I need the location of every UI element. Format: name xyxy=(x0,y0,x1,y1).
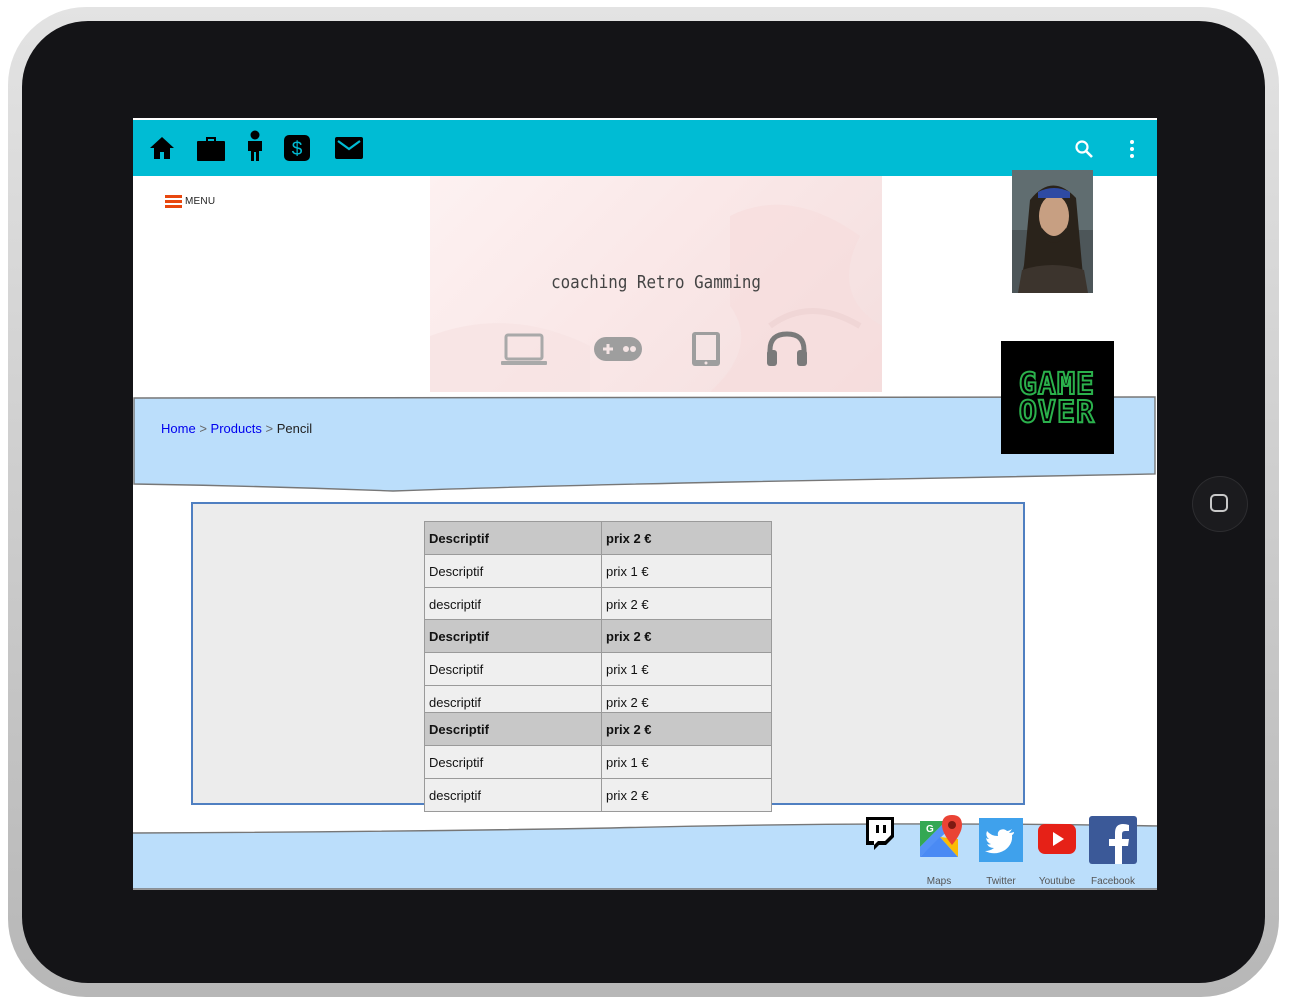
facebook-icon[interactable] xyxy=(1089,816,1137,869)
table-cell: Descriptif xyxy=(424,652,602,686)
table-row: Descriptif prix 1 € xyxy=(424,745,772,779)
table-header-row: Descriptif prix 2 € xyxy=(424,619,772,653)
table-cell: Descriptif xyxy=(424,745,602,779)
breadcrumb: Home > Products > Pencil xyxy=(161,421,312,436)
person-icon[interactable] xyxy=(245,130,265,162)
table-row: descriptif prix 2 € xyxy=(424,587,772,621)
maps-label: Maps xyxy=(926,876,952,887)
youtube-label: Youtube xyxy=(1038,876,1076,887)
headphones-icon xyxy=(767,331,807,366)
svg-text:$: $ xyxy=(292,139,303,160)
price-table: Descriptif prix 2 € Descriptif prix 1 € de… xyxy=(424,521,772,621)
table-header-row: Descriptif prix 2 € xyxy=(424,521,772,555)
twitter-label: Twitter xyxy=(986,876,1016,887)
table-cell: prix 1 € xyxy=(601,554,772,588)
table-row: descriptif prix 2 € xyxy=(424,778,772,812)
table-header-cell: prix 2 € xyxy=(601,712,772,746)
table-cell: prix 2 € xyxy=(601,587,772,621)
table-cell: descriptif xyxy=(424,778,602,812)
laptop-icon xyxy=(501,333,547,365)
search-icon[interactable] xyxy=(1074,139,1094,159)
table-row: Descriptif prix 1 € xyxy=(424,554,772,588)
banner-title: coaching Retro Gamming xyxy=(551,272,761,293)
price-table: Descriptif prix 2 € Descriptif prix 1 € de… xyxy=(424,619,772,719)
table-header-cell: Descriptif xyxy=(424,619,602,653)
mail-icon[interactable] xyxy=(334,136,364,160)
avatar xyxy=(1012,170,1093,293)
hamburger-icon xyxy=(165,195,182,208)
tablet-icon xyxy=(692,332,720,366)
dollar-icon[interactable]: $ xyxy=(283,134,311,162)
home-icon[interactable] xyxy=(149,136,175,160)
svg-text:G: G xyxy=(926,824,934,835)
top-app-bar: $ xyxy=(133,120,1157,176)
youtube-icon[interactable] xyxy=(1038,824,1076,859)
home-button-square-icon xyxy=(1210,494,1228,512)
gamepad-icon xyxy=(594,337,642,361)
table-header-cell: prix 2 € xyxy=(601,619,772,653)
hero-banner: coaching Retro Gamming xyxy=(430,176,882,392)
briefcase-icon[interactable] xyxy=(196,134,226,162)
game-over-image: GAME OVER xyxy=(1001,341,1114,454)
breadcrumb-separator: > xyxy=(199,421,207,436)
breadcrumb-products-link[interactable]: Products xyxy=(211,421,262,436)
table-header-row: Descriptif prix 2 € xyxy=(424,712,772,746)
table-cell: Descriptif xyxy=(424,554,602,588)
breadcrumb-separator: > xyxy=(265,421,274,436)
table-header-cell: Descriptif xyxy=(424,712,602,746)
content-panel: Descriptif prix 2 € Descriptif prix 1 € de… xyxy=(191,502,1025,812)
menu-button[interactable]: MENU xyxy=(165,193,215,209)
menu-label: MENU xyxy=(185,195,216,207)
tablet-home-button[interactable] xyxy=(1193,477,1247,531)
table-row: Descriptif prix 1 € xyxy=(424,652,772,686)
more-vert-icon[interactable] xyxy=(1128,139,1136,159)
table-header-cell: Descriptif xyxy=(424,521,602,555)
breadcrumb-home-link[interactable]: Home xyxy=(161,421,196,436)
screen: $ MENU coaching Retro Gamming Home > Pro… xyxy=(133,118,1157,890)
table-cell: descriptif xyxy=(424,587,602,621)
table-cell: prix 1 € xyxy=(601,652,772,686)
twitch-icon[interactable] xyxy=(863,815,897,856)
price-table: Descriptif prix 2 € Descriptif prix 1 € de… xyxy=(424,712,772,812)
maps-icon[interactable]: G xyxy=(918,815,964,866)
table-cell: prix 1 € xyxy=(601,745,772,779)
table-header-cell: prix 2 € xyxy=(601,521,772,555)
game-over-line2: OVER xyxy=(1019,395,1095,430)
twitter-icon[interactable] xyxy=(979,818,1023,867)
breadcrumb-current: Pencil xyxy=(276,421,313,436)
table-cell: prix 2 € xyxy=(601,778,772,812)
facebook-label: Facebook xyxy=(1091,876,1135,887)
